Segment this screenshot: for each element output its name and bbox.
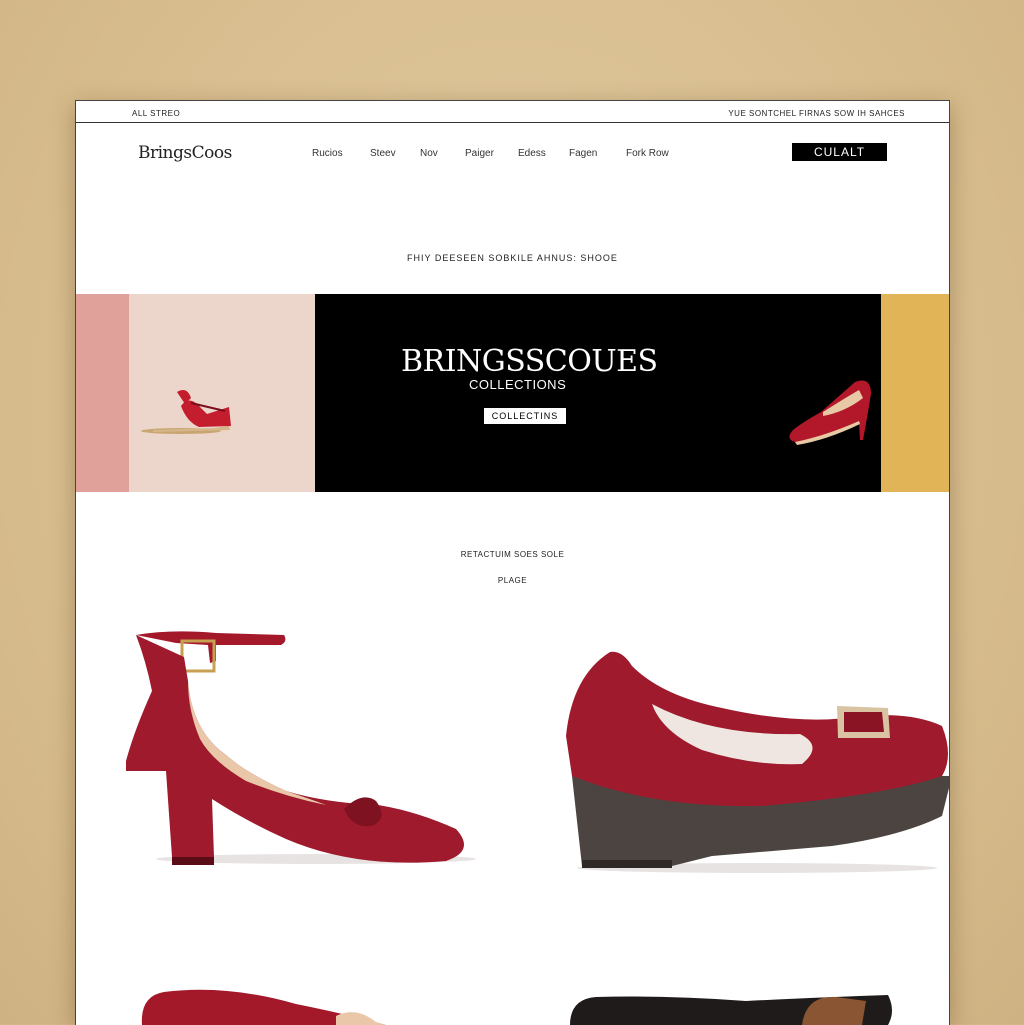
top-bar-left-text: ALL STREO <box>132 109 181 118</box>
hero-pink-panel <box>76 294 129 492</box>
hero-banner <box>76 294 949 492</box>
red-ankle-strap-heel-icon[interactable] <box>116 621 476 871</box>
hero-collections-button[interactable]: COLLECTINS <box>483 407 567 425</box>
red-sandal-icon <box>141 390 231 434</box>
web-page: ALL STREO YUE SONTCHEL FIRNAS SOW IH SAH… <box>75 100 950 1025</box>
site-logo[interactable]: BringsCoos <box>138 143 232 163</box>
red-flat-icon[interactable] <box>136 986 396 1025</box>
top-bar-right-text: YUE SONTCHEL FIRNAS SOW IH SAHCES <box>728 109 905 118</box>
hero-mustard-panel <box>881 294 949 492</box>
hero-title: BRINGSSCOUES <box>401 344 658 379</box>
hero-blush-panel <box>129 294 315 492</box>
section-subtitle: PLAGE <box>497 576 528 585</box>
red-platform-loafer-icon[interactable] <box>562 646 949 876</box>
top-bar: ALL STREO YUE SONTCHEL FIRNAS SOW IH SAH… <box>76 101 949 123</box>
black-loafer-icon[interactable] <box>566 991 896 1025</box>
nav-item-paiger[interactable]: Paiger <box>465 148 494 159</box>
red-pump-icon <box>789 380 871 445</box>
nav-item-steev[interactable]: Steev <box>370 148 396 159</box>
nav-item-rucios[interactable]: Rucios <box>312 148 343 159</box>
nav-item-fork-row[interactable]: Fork Row <box>626 148 669 159</box>
section-title: RETACTUIM SOES SOLE <box>460 550 565 559</box>
nav-item-nov[interactable]: Nov <box>420 148 438 159</box>
header-cta-button[interactable]: CULALT <box>792 143 887 161</box>
hero-subtitle: COLLECTIONS <box>469 377 567 392</box>
tagline: FHIY DEESEEN SOBKILE AHNUS: SHOOE <box>407 253 618 263</box>
nav-item-fagen[interactable]: Fagen <box>569 148 597 159</box>
hero-black-panel <box>315 294 881 492</box>
nav-item-edess[interactable]: Edess <box>518 148 546 159</box>
